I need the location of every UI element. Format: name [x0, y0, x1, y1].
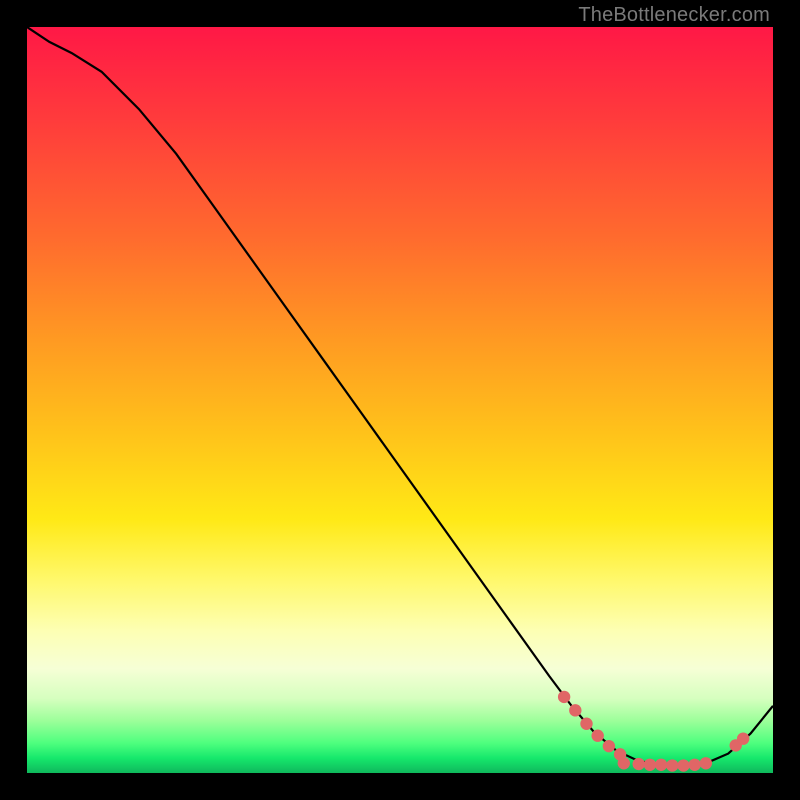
dots-layer [27, 27, 773, 773]
data-point [666, 759, 678, 771]
data-point [618, 757, 630, 769]
chart-stage: TheBottlenecker.com [0, 0, 800, 800]
data-point [644, 759, 656, 771]
data-point [688, 759, 700, 771]
watermark-text: TheBottlenecker.com [578, 4, 770, 27]
data-point [603, 740, 615, 752]
data-point [655, 759, 667, 771]
data-point [737, 732, 749, 744]
data-point [558, 691, 570, 703]
data-point [569, 704, 581, 716]
data-point [677, 759, 689, 771]
dot-cluster-group [558, 691, 749, 772]
data-point [633, 758, 645, 770]
data-point [580, 718, 592, 730]
data-point [700, 757, 712, 769]
plot-area [27, 27, 773, 773]
data-point [591, 730, 603, 742]
